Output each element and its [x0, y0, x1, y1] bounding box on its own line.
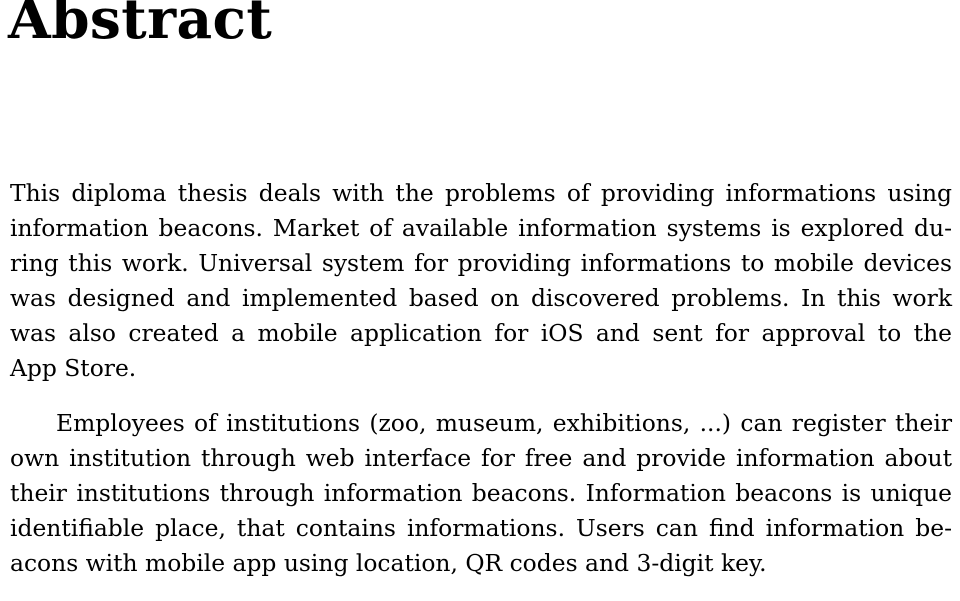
abstract-page: Abstract This diploma thesis deals with …: [0, 0, 960, 601]
paragraph-2-line-5: acons with mobile app using location, QR…: [10, 549, 767, 577]
paragraph-2-line-3: their institutions through information b…: [10, 479, 952, 507]
paragraph-1-line-5: was also created a mobile application fo…: [10, 319, 952, 347]
paragraph-1-line-4: was designed and implemented based on di…: [10, 284, 952, 312]
paragraph-1-line-6: App Store.: [10, 354, 137, 382]
paragraph-2-line-4: identifiable place, that contains inform…: [10, 514, 952, 542]
paragraph-1-line-3: ring this work. Universal system for pro…: [10, 249, 952, 277]
paragraph-2-line-2: own institution through web interface fo…: [10, 444, 952, 472]
page-title: Abstract: [8, 0, 273, 51]
paragraph-2: Employees of institutions (zoo, museum, …: [10, 406, 952, 581]
paragraph-1-line-2: information beacons. Market of available…: [10, 214, 952, 242]
paragraph-1: This diploma thesis deals with the probl…: [10, 176, 952, 386]
abstract-body: This diploma thesis deals with the probl…: [10, 176, 952, 581]
paragraph-1-line-1: This diploma thesis deals with the probl…: [10, 179, 952, 207]
paragraph-2-line-1: Employees of institutions (zoo, museum, …: [56, 409, 952, 437]
